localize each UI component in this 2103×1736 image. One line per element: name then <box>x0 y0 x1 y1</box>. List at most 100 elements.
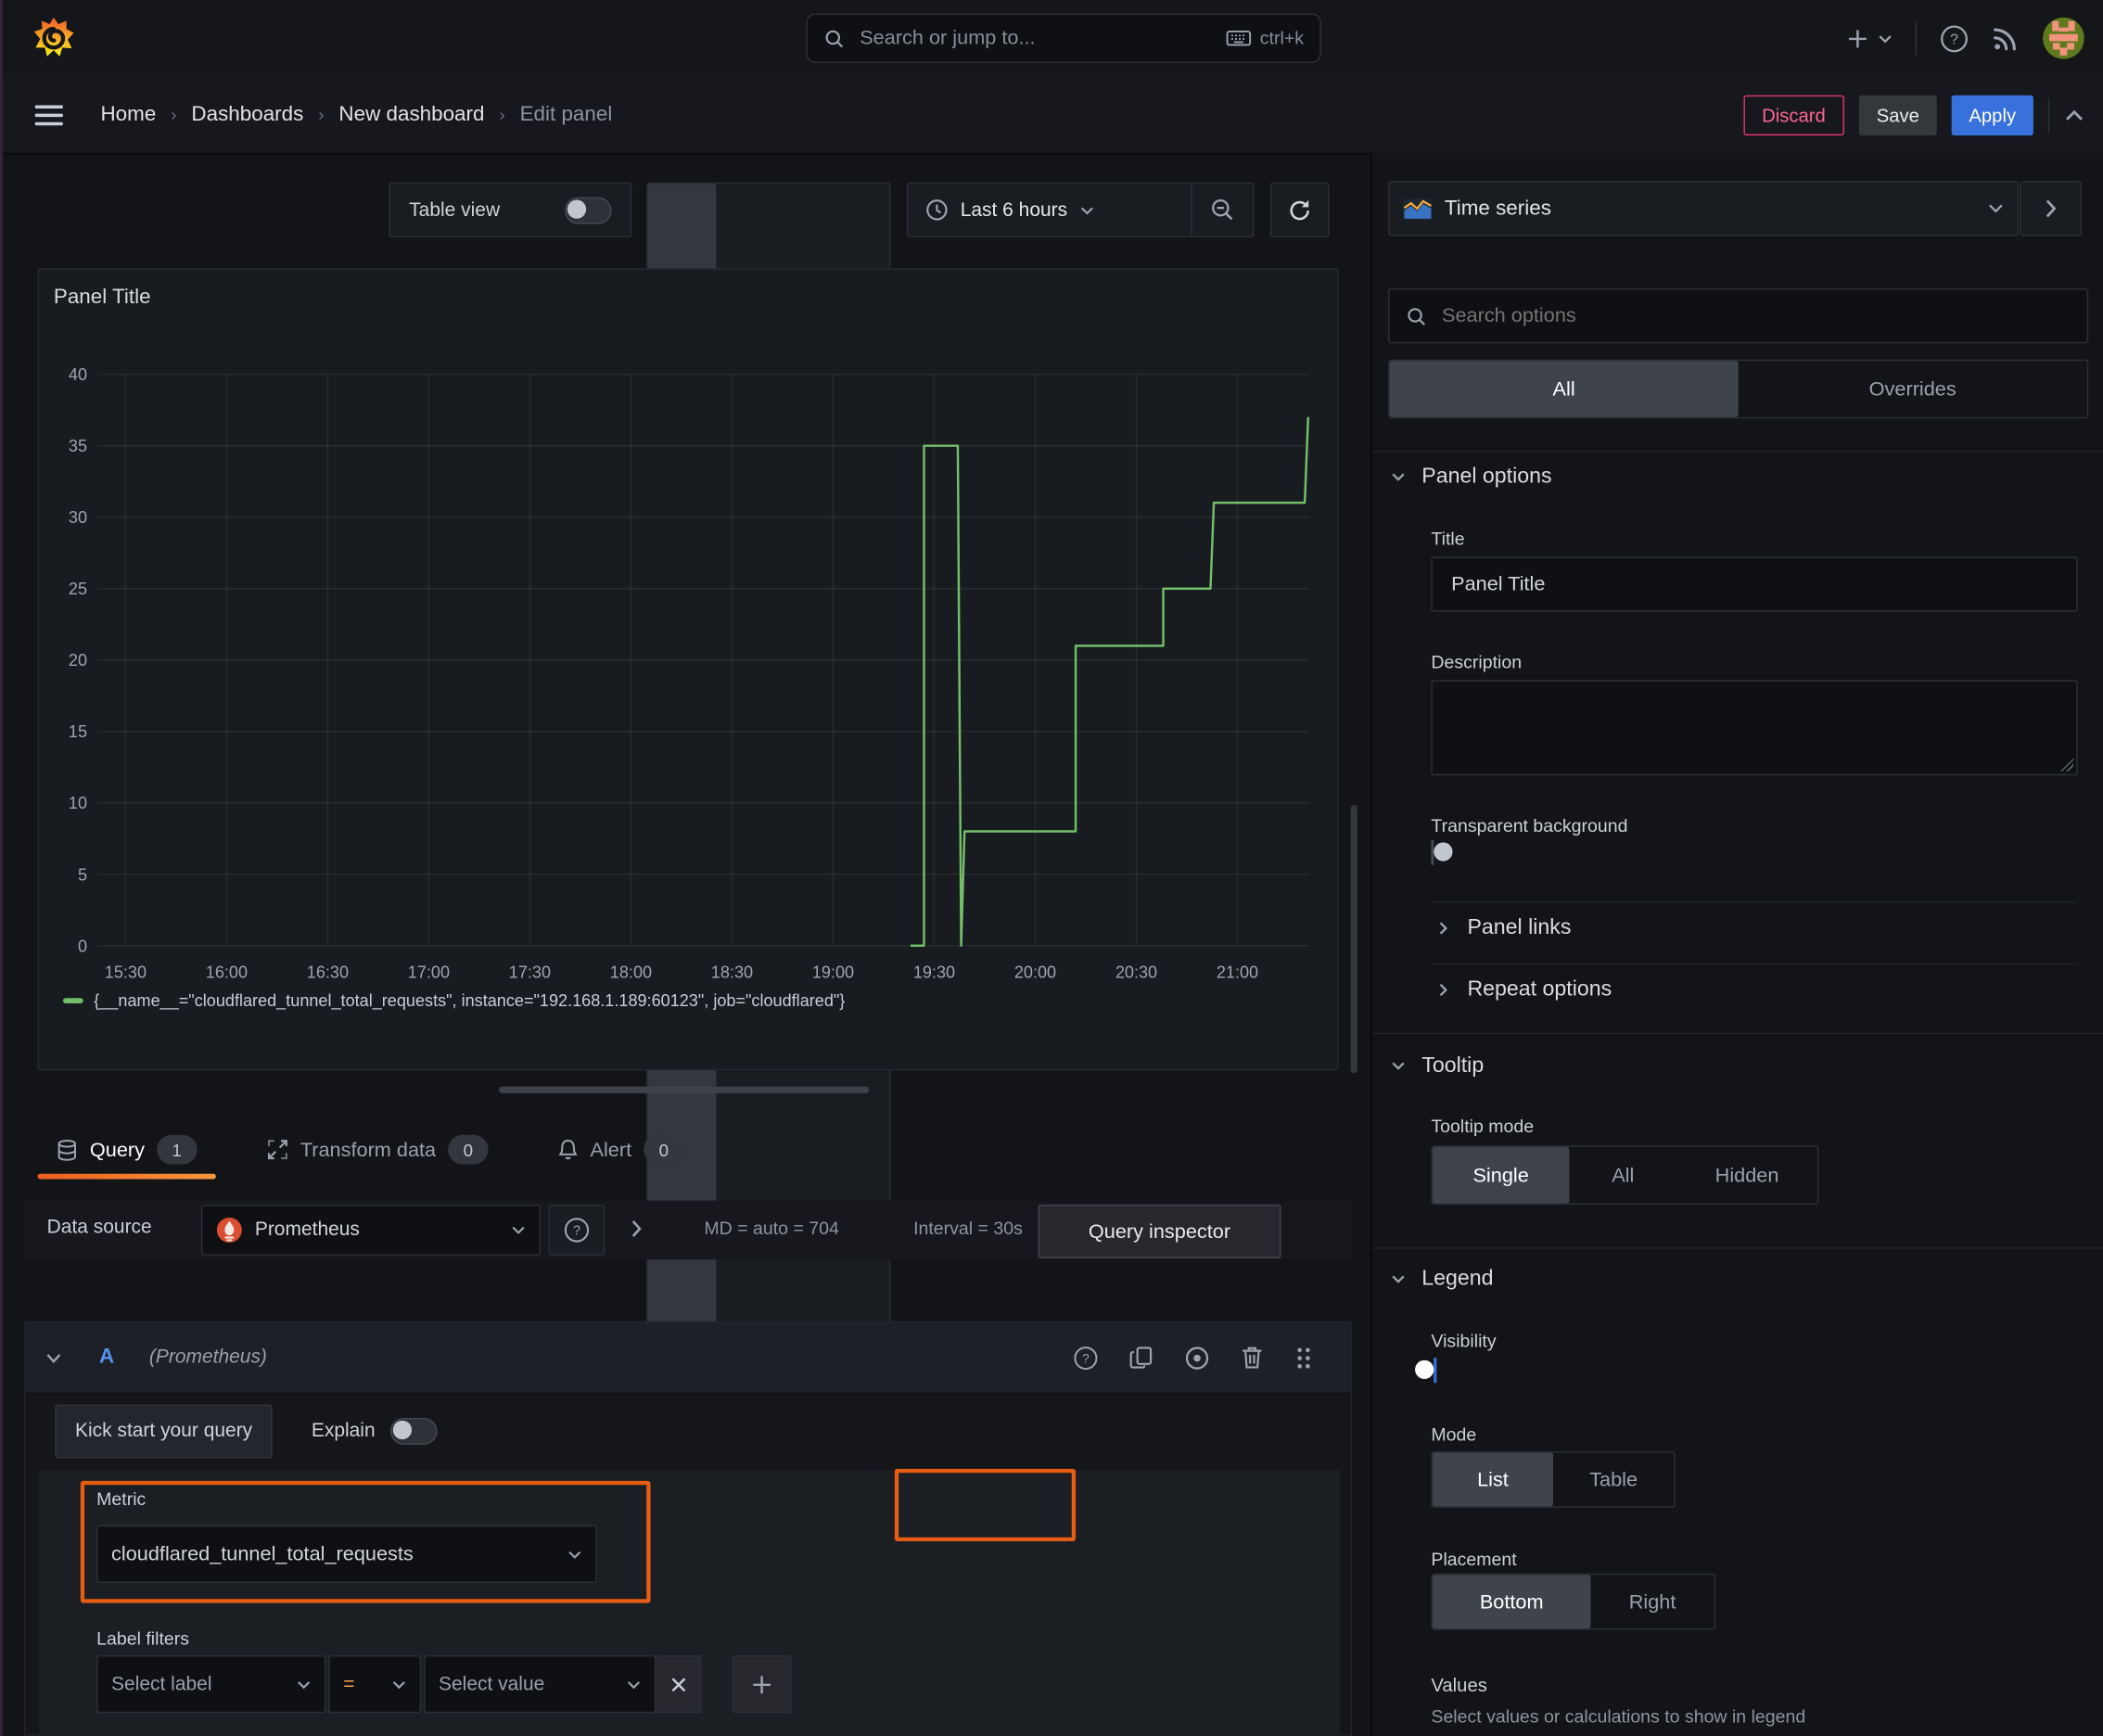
panel-resize-handle[interactable] <box>499 1086 870 1093</box>
tab-transform-data[interactable]: Transform data 0 <box>248 1117 506 1181</box>
time-range-picker[interactable]: Last 6 hours <box>908 184 1191 236</box>
breadcrumb-new-dashboard[interactable]: New dashboard <box>338 103 484 127</box>
svg-text:35: 35 <box>69 437 87 455</box>
table-view-toggle[interactable] <box>564 196 612 223</box>
label-filter-value-select[interactable]: Select value <box>424 1654 656 1714</box>
svg-text:16:30: 16:30 <box>307 963 349 981</box>
apply-button[interactable]: Apply <box>1951 94 2033 135</box>
time-series-chart[interactable]: 15:30 16:00 16:30 17:00 17:30 18:00 18:30 19:00… <box>39 270 1337 1069</box>
window-edge <box>0 0 3 1736</box>
chevron-down-icon <box>1391 1061 1406 1072</box>
breadcrumb: Home › Dashboards › New dashboard › Edit… <box>100 102 613 127</box>
breadcrumb-home[interactable]: Home <box>100 103 156 127</box>
legend-placement-right[interactable]: Right <box>1591 1575 1714 1628</box>
panel-title-input[interactable] <box>1448 571 2060 597</box>
visualization-picker[interactable]: Time series <box>1388 181 2019 236</box>
drag-query-handle[interactable] <box>1294 1345 1313 1370</box>
menu-toggle-icon[interactable] <box>34 104 63 125</box>
discard-button[interactable]: Discard <box>1742 94 1845 135</box>
add-filter-button[interactable] <box>732 1654 792 1714</box>
chevron-down-icon <box>1988 202 2004 214</box>
description-field[interactable] <box>1431 680 2078 776</box>
query-help-icon[interactable]: ? <box>1073 1345 1098 1370</box>
chevron-down-icon <box>627 1679 642 1690</box>
kickstart-query-button[interactable]: Kick start your query <box>55 1404 273 1459</box>
svg-text:19:00: 19:00 <box>812 963 854 981</box>
disable-query-icon[interactable] <box>1184 1345 1209 1370</box>
svg-text:?: ? <box>1950 32 1958 47</box>
tooltip-mode-switch: Single All Hidden <box>1431 1145 1819 1205</box>
chevron-down-icon <box>567 1549 582 1560</box>
interval-stat: Interval = 30s <box>913 1218 1023 1239</box>
tab-alert[interactable]: Alert 0 <box>540 1117 703 1181</box>
breadcrumb-dashboards[interactable]: Dashboards <box>191 103 303 127</box>
chevron-down-icon <box>297 1679 312 1690</box>
news-rss-icon[interactable] <box>1992 24 2020 52</box>
query-row-header[interactable]: A (Prometheus) ? <box>25 1322 1351 1393</box>
top-navbar: ctrl+k ? <box>0 0 2103 78</box>
tooltip-hidden-option[interactable]: Hidden <box>1676 1147 1817 1204</box>
duplicate-query-icon[interactable] <box>1129 1346 1153 1370</box>
tab-all-options[interactable]: All <box>1389 361 1739 417</box>
svg-text:25: 25 <box>69 580 87 598</box>
remove-filter-button[interactable] <box>656 1654 702 1714</box>
save-button[interactable]: Save <box>1858 94 1937 135</box>
explain-toggle[interactable] <box>389 1417 438 1445</box>
repeat-options-section-header[interactable]: Repeat options <box>1436 977 1612 1002</box>
tooltip-single-option[interactable]: Single <box>1432 1146 1570 1204</box>
query-datasource-hint: (Prometheus) <box>148 1347 267 1369</box>
query-inspector-button[interactable]: Query inspector <box>1038 1204 1281 1258</box>
svg-text:20:30: 20:30 <box>1115 963 1157 981</box>
help-icon[interactable]: ? <box>1940 23 1969 53</box>
legend-placement-bottom[interactable]: Bottom <box>1432 1575 1591 1629</box>
textarea-resize-handle[interactable] <box>2059 758 2074 772</box>
panel-links-section-header[interactable]: Panel links <box>1436 916 1571 940</box>
legend-visibility-toggle[interactable] <box>1434 1357 1437 1384</box>
datasource-picker[interactable]: Prometheus <box>200 1204 541 1256</box>
query-ref-id[interactable]: A <box>99 1346 114 1370</box>
options-search[interactable] <box>1388 287 2089 344</box>
user-avatar[interactable] <box>2043 17 2084 59</box>
legend-mode-list[interactable]: List <box>1432 1452 1554 1507</box>
legend-section-header[interactable]: Legend <box>1391 1268 1494 1292</box>
datasource-row: Data source Prometheus ? MD = auto = 704… <box>24 1200 1353 1260</box>
label-filter-key-select[interactable]: Select label <box>96 1654 326 1714</box>
tooltip-mode-label: Tooltip mode <box>1431 1116 1535 1137</box>
panel-options-section-header[interactable]: Panel options <box>1391 466 1552 490</box>
bell-icon <box>558 1138 579 1161</box>
content-scrollbar[interactable] <box>1350 804 1357 1074</box>
datasource-help-button[interactable]: ? <box>548 1204 605 1256</box>
label-filters-label: Label filters <box>96 1628 190 1649</box>
legend-mode-table[interactable]: Table <box>1553 1453 1674 1507</box>
label-filter-operator-select[interactable]: = <box>328 1654 422 1714</box>
grafana-logo-icon[interactable] <box>32 16 75 58</box>
svg-text:15: 15 <box>69 722 87 741</box>
datasource-label: Data source <box>46 1216 152 1239</box>
svg-text:19:30: 19:30 <box>913 963 955 981</box>
legend-series-label[interactable]: {__name__="cloudflared_tunnel_total_requ… <box>94 991 845 1010</box>
timeseries-viz-icon <box>1403 198 1433 220</box>
collapse-header-icon[interactable] <box>2064 108 2084 121</box>
collapse-query-icon[interactable] <box>45 1351 61 1363</box>
expand-options-icon[interactable] <box>631 1219 643 1238</box>
new-menu-button[interactable] <box>1845 26 1893 50</box>
explain-label: Explain <box>311 1420 376 1442</box>
tab-query[interactable]: Query 1 <box>37 1117 216 1181</box>
refresh-button[interactable] <box>1269 182 1330 238</box>
tab-overrides[interactable]: Overrides <box>1739 361 2087 417</box>
query-section-tabs: Query 1 Transform data 0 Alert 0 <box>37 1117 703 1181</box>
options-search-input[interactable] <box>1439 302 2071 329</box>
transparent-bg-toggle[interactable] <box>1431 839 1434 865</box>
panel-title[interactable]: Panel Title <box>54 286 151 310</box>
global-search[interactable]: ctrl+k <box>806 13 1321 63</box>
metric-select[interactable]: cloudflared_tunnel_total_requests <box>96 1525 597 1583</box>
search-input[interactable] <box>857 25 1215 51</box>
zoom-out-button[interactable] <box>1192 184 1253 236</box>
panel-title-field[interactable] <box>1431 556 2078 612</box>
collapse-sidebar-button[interactable] <box>2020 181 2082 236</box>
tooltip-section-header[interactable]: Tooltip <box>1391 1054 1484 1079</box>
tooltip-all-option[interactable]: All <box>1569 1147 1676 1204</box>
legend-series-swatch[interactable] <box>62 998 83 1003</box>
visualization-name: Time series <box>1444 196 1551 220</box>
delete-query-icon[interactable] <box>1241 1346 1264 1370</box>
